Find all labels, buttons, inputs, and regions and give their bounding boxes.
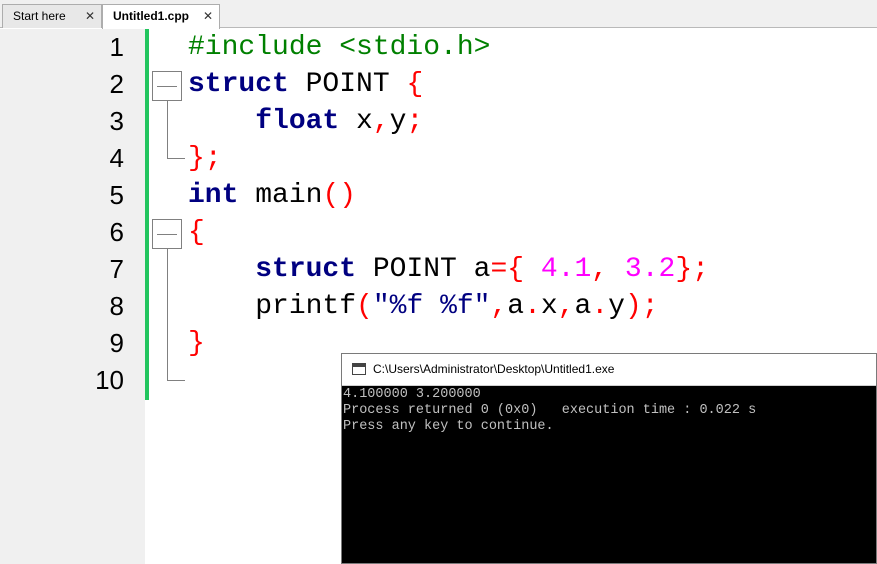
preprocessor-directive: #include <stdio.h> [188, 32, 491, 63]
operator: ={ [490, 254, 525, 285]
line-number: 6 [109, 217, 124, 247]
code-line-1: #include <stdio.h> [188, 29, 490, 66]
code-line-4: }; [188, 140, 222, 177]
code-line-7: struct POINT a={ 4.1, 3.2}; [188, 251, 709, 288]
identifier: printf [255, 291, 357, 322]
tab-label: Start here [13, 9, 66, 23]
fold-collapse-icon[interactable] [152, 219, 182, 249]
code-line-5: int main() [188, 177, 356, 214]
identifier: y [608, 291, 625, 322]
keyword: struct [188, 69, 289, 100]
operator: ); [624, 291, 659, 322]
fold-end-marker [167, 158, 185, 159]
code-line-9: } [188, 325, 205, 362]
keyword: float [255, 106, 340, 137]
console-line: Process returned 0 (0x0) execution time … [343, 403, 757, 418]
line-number: 1 [109, 32, 124, 62]
operator: ; [406, 106, 424, 137]
console-title-bar[interactable]: C:\Users\Administrator\Desktop\Untitled1… [342, 354, 876, 386]
fold-collapse-icon[interactable] [152, 71, 182, 101]
operator: . [591, 291, 609, 322]
line-number: 9 [109, 328, 124, 358]
operator: , [372, 106, 390, 137]
keyword: struct [255, 254, 357, 285]
operator: , [591, 254, 609, 285]
code-line-2: struct POINT { [188, 66, 423, 103]
number-literal: 3.2 [608, 254, 676, 285]
tab-start-here[interactable]: Start here ✕ [2, 4, 102, 28]
tab-bar: Start here ✕ Untitled1.cpp ✕ [0, 0, 877, 29]
close-icon[interactable]: ✕ [203, 5, 213, 27]
console-window[interactable]: C:\Users\Administrator\Desktop\Untitled1… [341, 353, 877, 564]
operator: , [557, 291, 575, 322]
line-number: 4 [109, 143, 124, 173]
close-icon[interactable]: ✕ [85, 5, 95, 27]
console-line: 4.100000 3.200000 [343, 387, 481, 402]
tab-untitled1-cpp[interactable]: Untitled1.cpp ✕ [102, 4, 220, 29]
console-line: Press any key to continue. [343, 419, 554, 434]
identifier: x [339, 106, 373, 137]
identifier: x [540, 291, 558, 322]
code-line-8: printf("%f %f",a.x,a.y); [188, 288, 659, 325]
brace: } [188, 143, 205, 174]
operator: , [490, 291, 508, 322]
brace: } [188, 328, 205, 359]
tab-label: Untitled1.cpp [113, 9, 190, 23]
string-literal: "%f %f" [372, 291, 491, 322]
console-title: C:\Users\Administrator\Desktop\Untitled1… [373, 362, 615, 376]
number-literal: 4.1 [524, 254, 592, 285]
operator: ; [204, 143, 222, 174]
fold-end-marker [167, 380, 185, 381]
fold-line [167, 249, 168, 380]
brace: { [188, 217, 205, 248]
identifier: a [574, 291, 592, 322]
keyword: int [188, 180, 239, 211]
identifier: POINT [288, 69, 407, 100]
console-app-icon [352, 363, 366, 375]
identifier: POINT a [356, 254, 491, 285]
console-output: 4.100000 3.200000 Process returned 0 (0x… [343, 387, 873, 435]
brace: { [406, 69, 424, 100]
operator: }; [675, 254, 709, 285]
code-line-3: float x,y; [188, 103, 423, 140]
operator: () [322, 180, 357, 211]
line-number: 5 [109, 180, 124, 210]
identifier: main [238, 180, 323, 211]
line-number: 8 [109, 291, 124, 321]
operator: ( [356, 291, 373, 322]
line-number: 2 [109, 69, 124, 99]
line-number: 10 [95, 365, 124, 395]
code-line-6: { [188, 214, 205, 251]
line-number: 7 [109, 254, 124, 284]
fold-line [167, 101, 168, 158]
line-number: 3 [109, 106, 124, 136]
identifier: y [389, 106, 407, 137]
identifier: a [507, 291, 525, 322]
operator: . [524, 291, 541, 322]
line-number-gutter: 1 2 3 4 5 6 7 8 9 10 [0, 29, 145, 564]
